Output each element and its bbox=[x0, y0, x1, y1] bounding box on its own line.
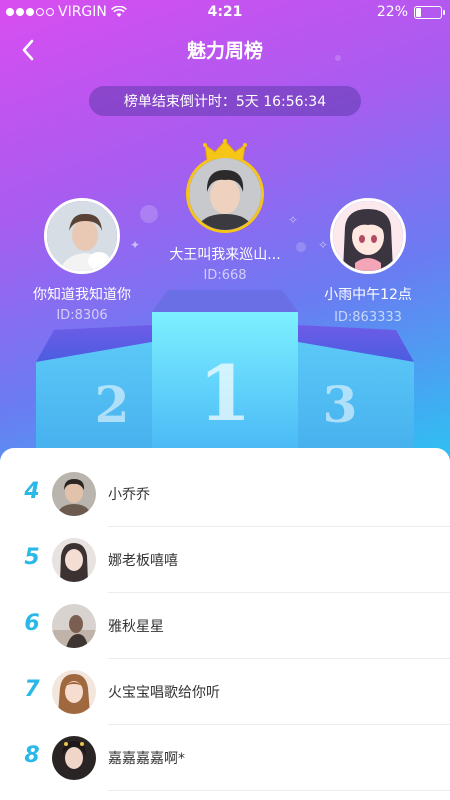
user-name: 嘉嘉嘉嘉啊* bbox=[108, 751, 185, 767]
podium-1-top bbox=[152, 290, 298, 312]
podium-name-rank-1[interactable]: 大王叫我来巡山... bbox=[150, 244, 300, 264]
status-bar: VIRGIN 4:21 22% bbox=[0, 0, 450, 24]
hero-banner: ✦ ✧ ✦ ✧ VIRGIN 4:21 22% bbox=[0, 0, 450, 470]
page-title: 魅力周榜 bbox=[186, 40, 263, 62]
avatar[interactable] bbox=[52, 472, 96, 516]
avatar[interactable] bbox=[52, 604, 96, 648]
user-name: 小乔乔 bbox=[108, 487, 150, 503]
podium-2-number: 2 bbox=[95, 375, 130, 434]
sparkle-icon: ✧ bbox=[318, 238, 329, 252]
decor-bubble bbox=[140, 205, 158, 223]
podium-id-rank-3: ID:863333 bbox=[334, 310, 402, 325]
sparkle-icon: ✧ bbox=[288, 213, 299, 227]
rank-number: 6 bbox=[24, 611, 40, 636]
list-item[interactable]: 7 火宝宝唱歌给你听 bbox=[0, 659, 450, 725]
rank-number: 8 bbox=[24, 743, 40, 768]
podium-id-rank-1: ID:668 bbox=[203, 268, 247, 283]
nav-bar: 魅力周榜 bbox=[0, 24, 450, 76]
list-item[interactable]: 8 嘉嘉嘉嘉啊* bbox=[0, 725, 450, 791]
avatar-rank-2[interactable] bbox=[44, 198, 120, 274]
avatar[interactable] bbox=[52, 736, 96, 780]
ranking-list: 4 小乔乔 5 娜老板嘻嘻 6 雅秋星星 7 火宝宝唱歌给你听 8 嘉嘉嘉嘉啊* bbox=[0, 448, 450, 800]
rank-number: 7 bbox=[24, 677, 40, 702]
rank-number: 5 bbox=[24, 545, 40, 570]
user-name: 火宝宝唱歌给你听 bbox=[108, 685, 220, 701]
podium-3-number: 3 bbox=[323, 375, 358, 434]
avatar-rank-1[interactable] bbox=[186, 155, 264, 233]
list-item[interactable]: 4 小乔乔 bbox=[0, 461, 450, 527]
list-item[interactable]: 6 雅秋星星 bbox=[0, 593, 450, 659]
avatar[interactable] bbox=[52, 670, 96, 714]
avatar[interactable] bbox=[52, 538, 96, 582]
user-name: 娜老板嘻嘻 bbox=[108, 553, 178, 569]
user-name: 雅秋星星 bbox=[108, 619, 164, 635]
podium-1-number: 1 bbox=[199, 349, 252, 438]
avatar-rank-3[interactable] bbox=[330, 198, 406, 274]
countdown-text: 榜单结束倒计时：5天 16:56:34 bbox=[123, 94, 327, 110]
battery-percent: 22% bbox=[376, 4, 408, 20]
list-item[interactable]: 5 娜老板嘻嘻 bbox=[0, 527, 450, 593]
podium-id-rank-2: ID:8306 bbox=[56, 308, 108, 323]
podium-name-rank-3[interactable]: 小雨中午12点 bbox=[300, 284, 436, 304]
podium-name-rank-2[interactable]: 你知道我知道你 bbox=[14, 284, 150, 304]
battery-icon bbox=[414, 5, 445, 19]
sparkle-icon: ✦ bbox=[130, 238, 141, 252]
countdown-banner: 榜单结束倒计时：5天 16:56:34 bbox=[89, 86, 361, 116]
rank-number: 4 bbox=[24, 479, 40, 504]
divider bbox=[108, 790, 450, 791]
